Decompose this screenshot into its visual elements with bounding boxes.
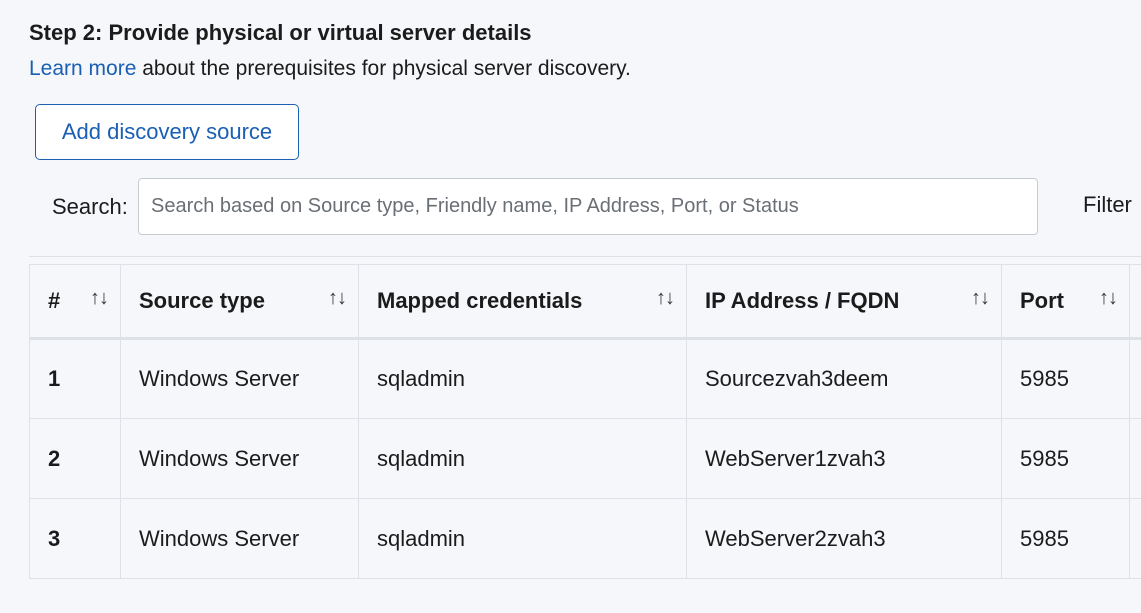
column-header-mapped-credentials[interactable]: Mapped credentials ↑↓ [358, 264, 687, 340]
port-cell: 5985 [1001, 418, 1130, 499]
step-heading: Step 2: Provide physical or virtual serv… [29, 20, 532, 45]
discovery-sources-table-container: # ↑↓ Source type ↑↓ Mapped credentials ↑↓ I… [29, 256, 1141, 581]
filter-label[interactable]: Filter [1083, 192, 1132, 218]
sort-icon[interactable]: ↑↓ [1099, 287, 1118, 310]
column-header-ip-address[interactable]: IP Address / FQDN ↑↓ [686, 264, 1002, 340]
column-header-port[interactable]: Port ↑↓ [1001, 264, 1130, 340]
intro-text: Learn more about the prerequisites for p… [29, 57, 631, 81]
table-row[interactable]: 3 Windows Server sqladmin WebServer2zvah… [29, 498, 1141, 579]
learn-more-link[interactable]: Learn more [29, 57, 136, 80]
ip-address-cell: Sourcezvah3deem [686, 338, 1002, 419]
intro-rest: about the prerequisites for physical ser… [136, 57, 631, 80]
row-number: 1 [29, 338, 121, 419]
source-type-cell: Windows Server [120, 338, 359, 419]
mapped-credentials-cell: sqladmin [358, 498, 687, 579]
overflow-cell [1129, 498, 1141, 579]
sort-icon[interactable]: ↑↓ [90, 287, 109, 310]
sort-icon[interactable]: ↑↓ [328, 287, 347, 310]
overflow-cell [1129, 338, 1141, 419]
port-cell: 5985 [1001, 338, 1130, 419]
table-row[interactable]: 2 Windows Server sqladmin WebServer1zvah… [29, 418, 1141, 499]
column-header-number[interactable]: # ↑↓ [29, 264, 121, 340]
mapped-credentials-cell: sqladmin [358, 338, 687, 419]
column-header-source-type[interactable]: Source type ↑↓ [120, 264, 359, 340]
mapped-credentials-cell: sqladmin [358, 418, 687, 499]
discovery-sources-table: # ↑↓ Source type ↑↓ Mapped credentials ↑↓ I… [29, 264, 1141, 579]
table-header-row: # ↑↓ Source type ↑↓ Mapped credentials ↑↓ I… [29, 264, 1141, 340]
ip-address-cell: WebServer2zvah3 [686, 498, 1002, 579]
search-input[interactable] [138, 178, 1038, 235]
ip-address-cell: WebServer1zvah3 [686, 418, 1002, 499]
sort-icon[interactable]: ↑↓ [656, 287, 675, 310]
search-label: Search: [52, 194, 128, 219]
sort-icon[interactable]: ↑↓ [971, 287, 990, 310]
source-type-cell: Windows Server [120, 418, 359, 499]
column-header-overflow [1129, 264, 1141, 340]
port-cell: 5985 [1001, 498, 1130, 579]
row-number: 2 [29, 418, 121, 499]
add-discovery-source-button[interactable]: Add discovery source [35, 104, 299, 160]
row-number: 3 [29, 498, 121, 579]
overflow-cell [1129, 418, 1141, 499]
source-type-cell: Windows Server [120, 498, 359, 579]
table-row[interactable]: 1 Windows Server sqladmin Sourcezvah3dee… [29, 338, 1141, 419]
